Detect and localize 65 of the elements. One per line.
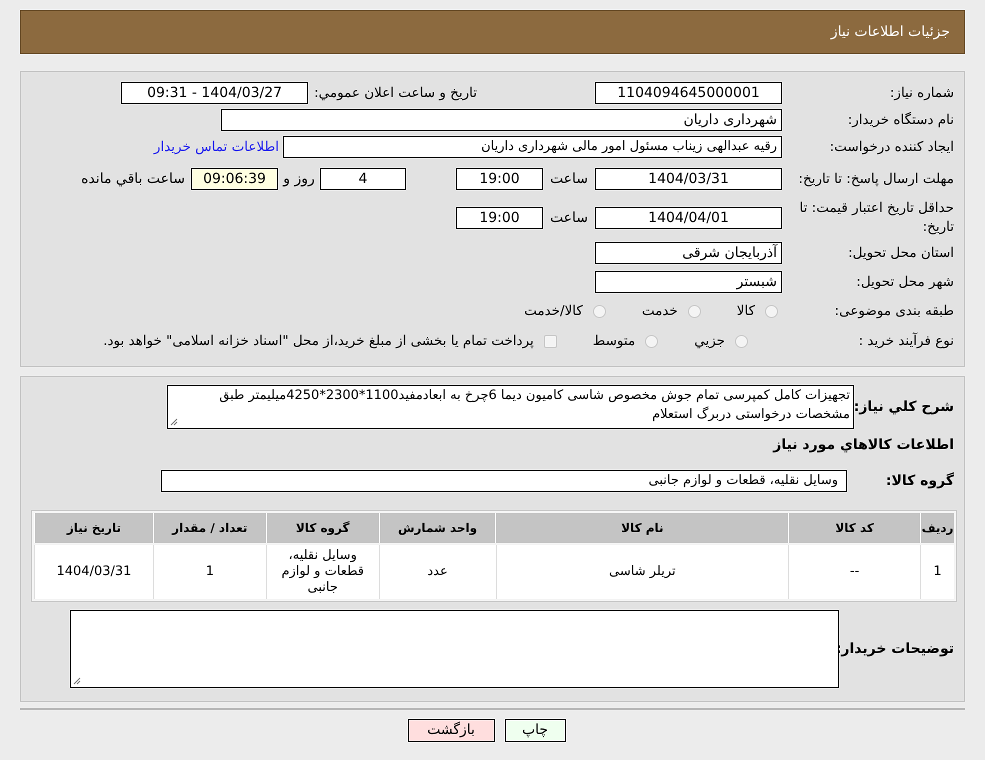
description-textarea[interactable]: تجهیزات کامل کمپرسی تمام جوش مخصوص شاسی کامیون دیما 6چرخ به ابعادمفید1100*2300*4250میلیمتر طبق مشخصات درخواستی دربرگ استعلام <box>167 385 854 429</box>
field-label: نوع فرآیند خرید : <box>858 332 954 351</box>
column-header: گروه کالا <box>266 513 379 543</box>
contact-link[interactable]: اطلاعات تماس خریدار <box>154 136 279 158</box>
field-label: طبقه بندی موضوعی: <box>834 302 954 321</box>
radio-button[interactable] <box>765 304 778 318</box>
column-header: نام کالا <box>495 513 788 543</box>
days-label: روز و <box>282 170 316 188</box>
field-label: مهلت ارسال پاسخ: تا تاریخ: <box>798 170 954 188</box>
radio-button[interactable] <box>688 304 701 318</box>
buyer-notes-label: توضیحات خریدار: <box>839 640 954 658</box>
print-button[interactable]: چاپ <box>504 719 566 742</box>
radio-label: متوسط <box>592 332 636 351</box>
radio-button[interactable] <box>735 334 748 348</box>
field-label: شماره نیاز: <box>890 84 954 103</box>
table-cell: 1 <box>920 545 954 599</box>
city-field[interactable]: شبستر <box>595 271 782 293</box>
radio-button[interactable] <box>645 334 658 348</box>
goods-group-field[interactable]: وسایل نقلیه، قطعات و لوازم جانبی <box>161 470 847 492</box>
creator-field[interactable]: رقیه عبدالهی زیناب مسئول امور مالی شهرداری داریان <box>283 136 782 158</box>
deadline-date-field[interactable]: 1404/03/31 <box>595 168 782 190</box>
resize-grip-icon <box>170 418 178 426</box>
time-label: ساعت <box>548 170 590 188</box>
section-heading: اطلاعات کالاهاي مورد نياز <box>772 436 954 455</box>
page-title: جزئیات اطلاعات نیاز <box>830 22 950 42</box>
radio-label: کالا <box>736 302 755 321</box>
table-cell: تریلر شاسی <box>496 545 788 599</box>
radio-label: خدمت <box>642 302 678 321</box>
buyer-name-field[interactable]: شهرداری داریان <box>221 109 782 131</box>
radio-button[interactable] <box>592 304 606 318</box>
field-label: استان محل تحویل: <box>848 244 954 263</box>
days-field[interactable]: 4 <box>320 168 406 190</box>
radio-label: کالا/خدمت <box>524 302 583 321</box>
resize-grip-icon <box>73 677 81 685</box>
field-label: شهر محل تحویل: <box>856 272 954 292</box>
column-header: واحد شمارش <box>378 513 496 543</box>
column-header: تعداد / مقدار <box>152 513 266 543</box>
remaining-label: ساعت باقي مانده <box>81 170 185 188</box>
remaining-time-field[interactable]: 09:06:39 <box>191 168 278 190</box>
field-label: حداقل تاریخ اعتبار قیمت: تا تاریخ: <box>798 199 954 237</box>
goods-group-label: گروه کالا: <box>884 471 954 490</box>
treasury-note: پرداخت تمام یا بخشی از مبلغ خرید،از محل "اسناد خزانه اسلامی" خواهد بود. <box>103 332 534 351</box>
time-label: ساعت <box>548 208 590 228</box>
table-cell: 1404/03/31 <box>34 545 153 599</box>
field-label: تاريخ و ساعت اعلان عمومي: <box>314 84 477 103</box>
validity-date-field[interactable]: 1404/04/01 <box>595 207 782 229</box>
column-header: ردیف <box>920 513 954 543</box>
field-label: ایجاد کننده درخواست: <box>830 138 954 157</box>
table-cell: 1 <box>152 545 266 599</box>
buyer-notes-textarea[interactable] <box>70 610 839 688</box>
radio-label: جزيي <box>694 332 725 351</box>
province-field[interactable]: آذربایجان شرقی <box>595 242 782 264</box>
description-label: شرح کلي نياز: <box>854 398 954 416</box>
column-header: کد کالا <box>788 513 920 543</box>
field-label: نام دستگاه خریدار: <box>848 110 954 130</box>
table-cell: وسایل نقلیه، قطعات و لوازم جانبی <box>266 545 379 599</box>
need-number-field[interactable]: 1104094645000001 <box>595 82 782 104</box>
checkbox[interactable] <box>544 334 557 348</box>
deadline-time-field[interactable]: 19:00 <box>456 168 543 190</box>
validity-time-field[interactable]: 19:00 <box>456 207 543 229</box>
announce-date-field[interactable]: 1404/03/27 - 09:31 <box>121 82 308 104</box>
column-header: تاریخ نیاز <box>34 513 153 543</box>
back-button[interactable]: بازگشت <box>408 719 494 742</box>
table-cell: عدد <box>378 545 496 599</box>
table-cell: -- <box>788 545 920 599</box>
